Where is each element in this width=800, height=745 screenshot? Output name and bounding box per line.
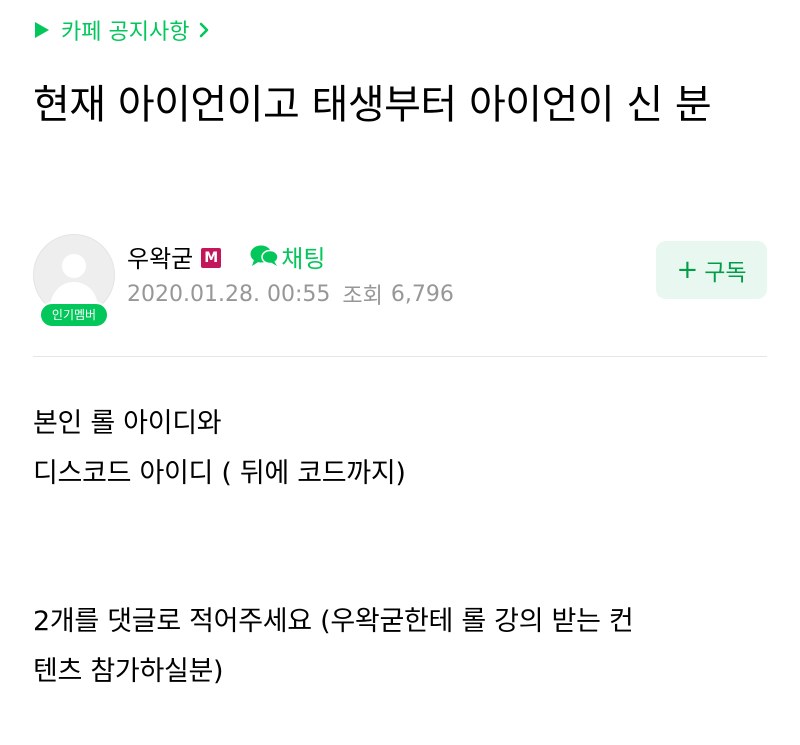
- plus-icon: +: [676, 255, 699, 285]
- chat-label: 채팅: [281, 244, 326, 273]
- views-label: 조회: [342, 284, 383, 309]
- divider: [33, 356, 767, 357]
- views-count: 6,796: [390, 281, 454, 307]
- play-icon: [35, 22, 49, 38]
- post-body-line: 디스코드 아이디 ( 뒤에 코드까지): [33, 458, 406, 489]
- subscribe-button[interactable]: + 구독: [656, 241, 767, 299]
- subscribe-label: 구독: [704, 260, 747, 286]
- author-avatar[interactable]: 인기멤버: [33, 234, 115, 329]
- post-meta: 2020.01.28. 00:55 조회 6,796: [127, 278, 454, 310]
- post-body-line: 텐츠 참가하실분): [33, 656, 224, 687]
- post-body-line: 2개를 댓글로 적어주세요 (우왁굳한테 롤 강의 받는 컨: [33, 606, 634, 637]
- chevron-right-icon: [200, 22, 209, 38]
- chat-bubble-icon: [250, 245, 279, 266]
- post-date: 2020.01.28. 00:55: [127, 281, 331, 307]
- post-body-line: 본인 롤 아이디와: [33, 408, 222, 439]
- author-row: 우왁굳 M 채팅: [127, 238, 325, 274]
- board-name: 카페 공지사항: [61, 20, 190, 45]
- manager-badge-icon: M: [201, 248, 222, 268]
- member-level-badge: 인기멤버: [39, 302, 109, 328]
- post-title: 현재 아이언이고 태생부터 아이언이 신 분: [33, 82, 712, 128]
- author-nickname[interactable]: 우왁굳: [127, 239, 193, 274]
- board-link[interactable]: 카페 공지사항: [35, 14, 213, 46]
- chat-button[interactable]: 채팅: [249, 239, 325, 274]
